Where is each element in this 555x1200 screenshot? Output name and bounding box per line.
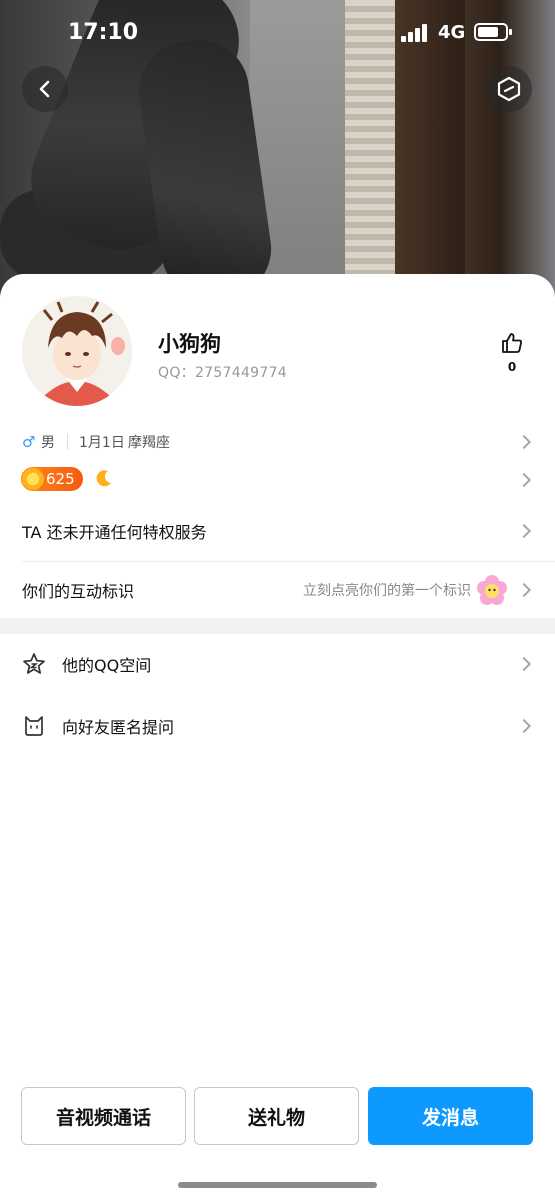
anonymous-question-label: 向好友匿名提问 [62, 718, 175, 737]
hexagon-icon [497, 76, 521, 102]
avatar-illustration [22, 296, 132, 406]
qzone-row[interactable]: 他的QQ空间 [0, 636, 555, 692]
flower-badge-icon [477, 575, 507, 605]
male-icon: ♂ [22, 433, 36, 451]
home-indicator[interactable] [178, 1182, 377, 1188]
profile-card: 小狗狗 QQ：2757449774 0 ♂ 男 1月1日 摩羯座 625 TA … [0, 274, 555, 1200]
privilege-row[interactable]: TA 还未开通任何特权服务 [0, 501, 555, 561]
chevron-right-icon [516, 472, 532, 488]
moon-icon [96, 470, 111, 487]
privilege-label: TA 还未开通任何特权服务 [22, 523, 207, 542]
network-type: 4G [438, 22, 466, 43]
birthday-text: 1月1日 [79, 435, 125, 451]
video-call-button[interactable]: 音视频通话 [21, 1087, 186, 1145]
qq-number: QQ：2757449774 [158, 365, 288, 381]
interaction-hint: 立刻点亮你们的第一个标识 [303, 583, 471, 599]
zodiac-text: 摩羯座 [128, 435, 170, 451]
cat-icon [25, 716, 43, 736]
profile-name: 小狗狗 [158, 332, 221, 356]
status-time: 17:10 [68, 20, 139, 45]
interaction-label: 你们的互动标识 [22, 582, 135, 601]
avatar[interactable] [22, 296, 132, 406]
status-bar: 17:10 4G [0, 0, 555, 66]
send-gift-button[interactable]: 送礼物 [194, 1087, 359, 1145]
level-badge: 625 [21, 467, 83, 491]
qzone-label: 他的QQ空间 [62, 656, 152, 675]
star-icon [23, 653, 45, 674]
basic-info-row[interactable]: ♂ 男 1月1日 摩羯座 [0, 430, 555, 454]
divider [67, 434, 68, 450]
chevron-right-icon [516, 582, 532, 598]
interaction-badge-row[interactable]: 你们的互动标识 立刻点亮你们的第一个标识 [0, 560, 555, 620]
send-message-button[interactable]: 发消息 [368, 1087, 533, 1145]
anonymous-question-row[interactable]: 向好友匿名提问 [0, 698, 555, 754]
like-count: 0 [507, 360, 517, 374]
back-button[interactable] [22, 66, 68, 112]
battery-icon [474, 23, 512, 41]
thumbs-up-icon [502, 333, 522, 353]
profile-action-button[interactable] [486, 66, 532, 112]
chevron-right-icon [516, 656, 532, 672]
chevron-right-icon [516, 718, 532, 734]
like-button[interactable]: 0 [496, 332, 528, 374]
signal-icon [401, 24, 429, 42]
level-value: 625 [46, 470, 75, 488]
chevron-right-icon [516, 434, 532, 450]
chevron-left-icon [39, 80, 50, 98]
gender-text: 男 [41, 435, 55, 451]
sun-icon [22, 468, 44, 490]
section-gap [0, 618, 555, 634]
chevron-right-icon [516, 523, 532, 539]
level-row[interactable]: 625 [0, 466, 555, 494]
